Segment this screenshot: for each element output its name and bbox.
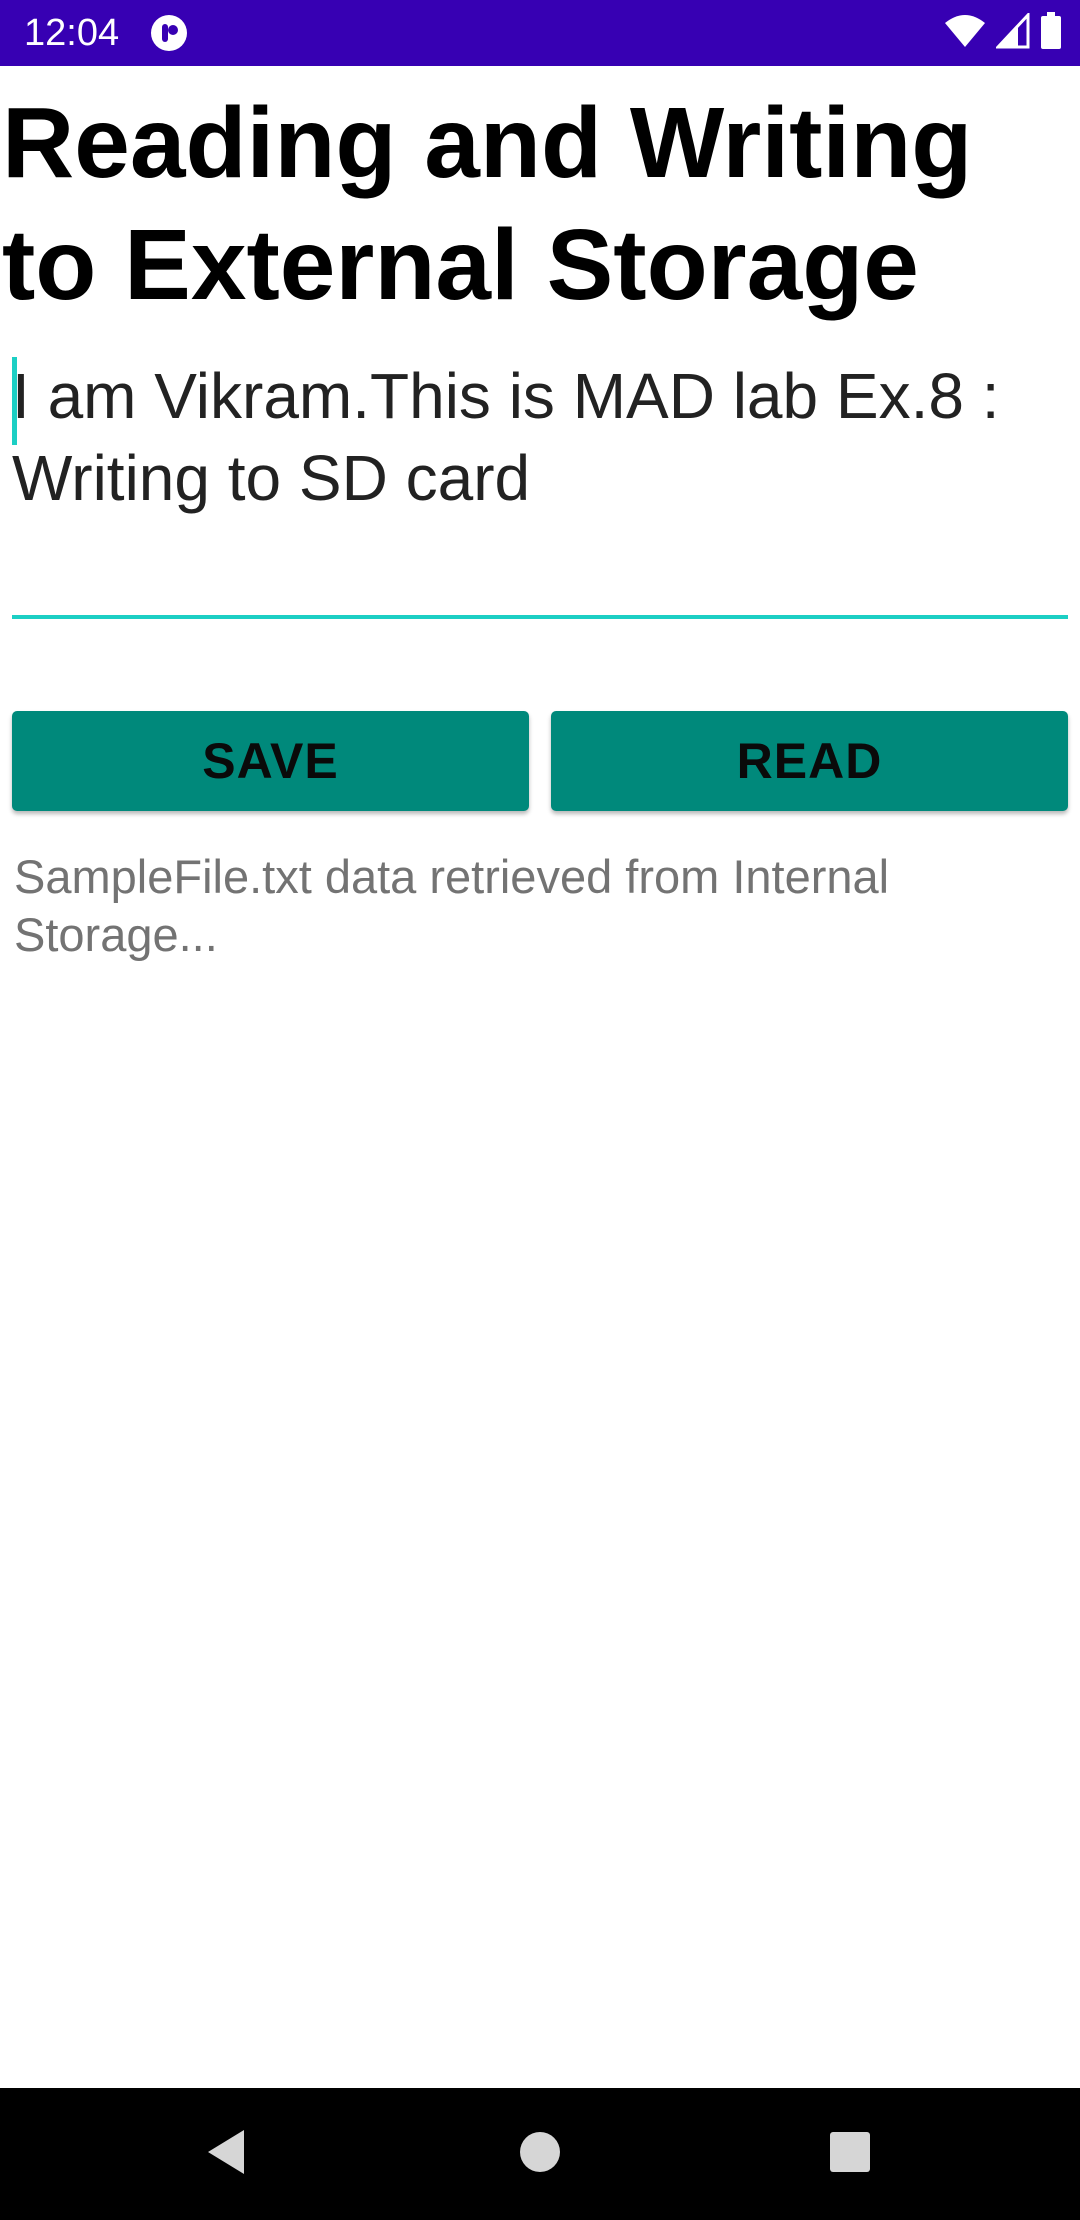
navigation-bar <box>0 2088 1080 2220</box>
status-icons <box>944 10 1062 55</box>
battery-icon <box>1040 11 1062 55</box>
wifi-icon <box>944 13 986 54</box>
cellular-signal-icon <box>994 10 1030 54</box>
page-title: Reading and Writing to External Storage <box>2 87 973 321</box>
text-input-value[interactable]: I am Vikram.This is MAD lab Ex.8 : Writi… <box>12 355 1068 519</box>
app-notification-icon <box>150 14 188 52</box>
recents-icon <box>829 2131 871 2178</box>
read-button[interactable]: READ <box>551 711 1068 811</box>
back-button[interactable] <box>190 2118 262 2190</box>
text-input-field[interactable]: I am Vikram.This is MAD lab Ex.8 : Writi… <box>12 355 1068 619</box>
back-icon <box>204 2128 248 2181</box>
home-icon <box>518 2130 562 2179</box>
status-time: 12:04 <box>24 12 120 54</box>
result-text: SampleFile.txt data retrieved from Inter… <box>14 850 890 961</box>
home-button[interactable] <box>504 2118 576 2190</box>
recents-button[interactable] <box>814 2118 886 2190</box>
status-bar: 12:04 <box>0 0 1080 66</box>
save-button[interactable]: SAVE <box>12 711 529 811</box>
